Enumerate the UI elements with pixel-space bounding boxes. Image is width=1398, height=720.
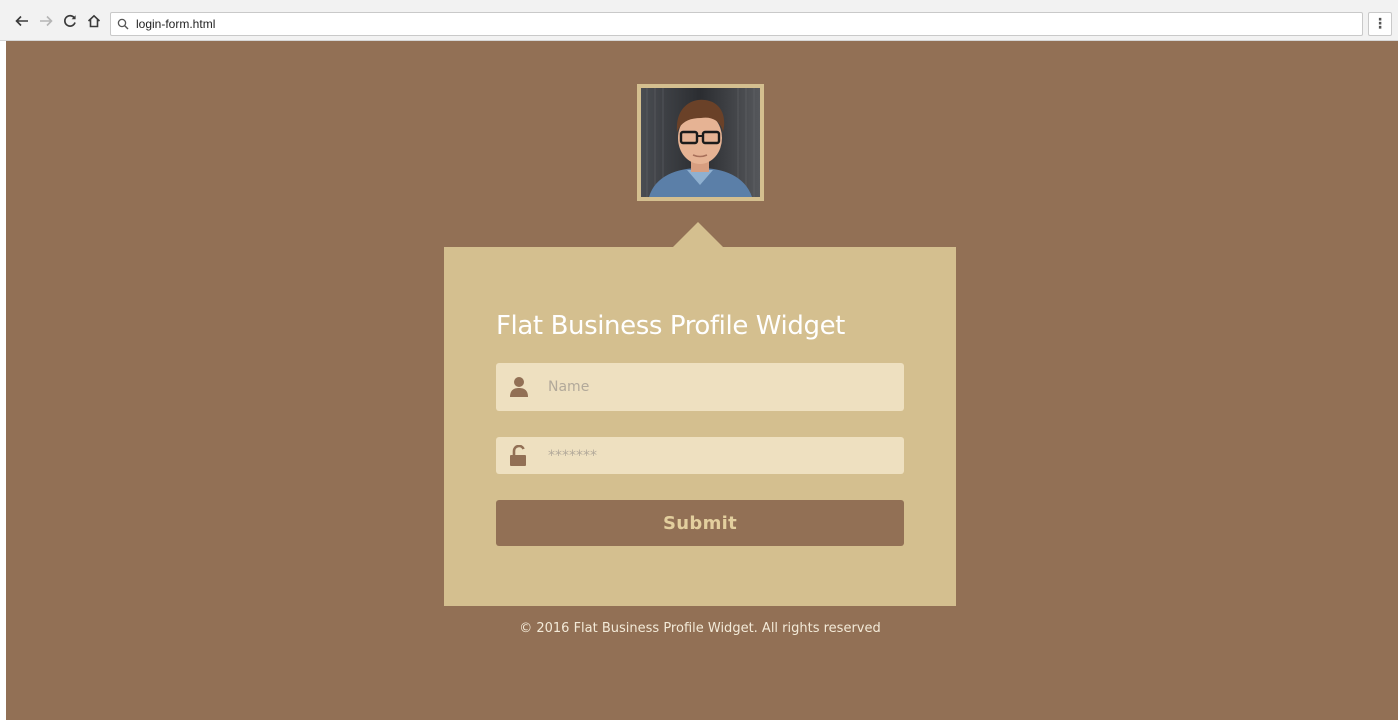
profile-card: Flat Business Profile Widget Submit (444, 247, 956, 606)
avatar (637, 84, 764, 201)
name-input[interactable] (548, 363, 904, 411)
unlock-icon (509, 444, 529, 467)
url-text: login-form.html (136, 17, 216, 31)
password-field[interactable] (496, 437, 904, 474)
forward-arrow-icon[interactable] (36, 11, 56, 31)
submit-button[interactable]: Submit (496, 500, 904, 546)
card-title: Flat Business Profile Widget (496, 311, 845, 341)
home-icon[interactable] (84, 11, 104, 31)
card-pointer (673, 222, 723, 247)
password-input[interactable] (548, 437, 904, 474)
user-icon (509, 376, 529, 398)
profile-photo-icon (641, 88, 760, 197)
footer-copyright: © 2016 Flat Business Profile Widget. All… (519, 621, 881, 636)
search-icon (117, 18, 129, 30)
page-background: Flat Business Profile Widget Submit © 20… (6, 41, 1398, 720)
reload-icon[interactable] (60, 11, 80, 31)
address-bar[interactable]: login-form.html (110, 12, 1363, 36)
browser-menu-icon[interactable]: ⋮ (1368, 12, 1392, 36)
back-arrow-icon[interactable] (12, 11, 32, 31)
name-field[interactable] (496, 363, 904, 411)
browser-toolbar: login-form.html ⋮ (0, 0, 1398, 41)
